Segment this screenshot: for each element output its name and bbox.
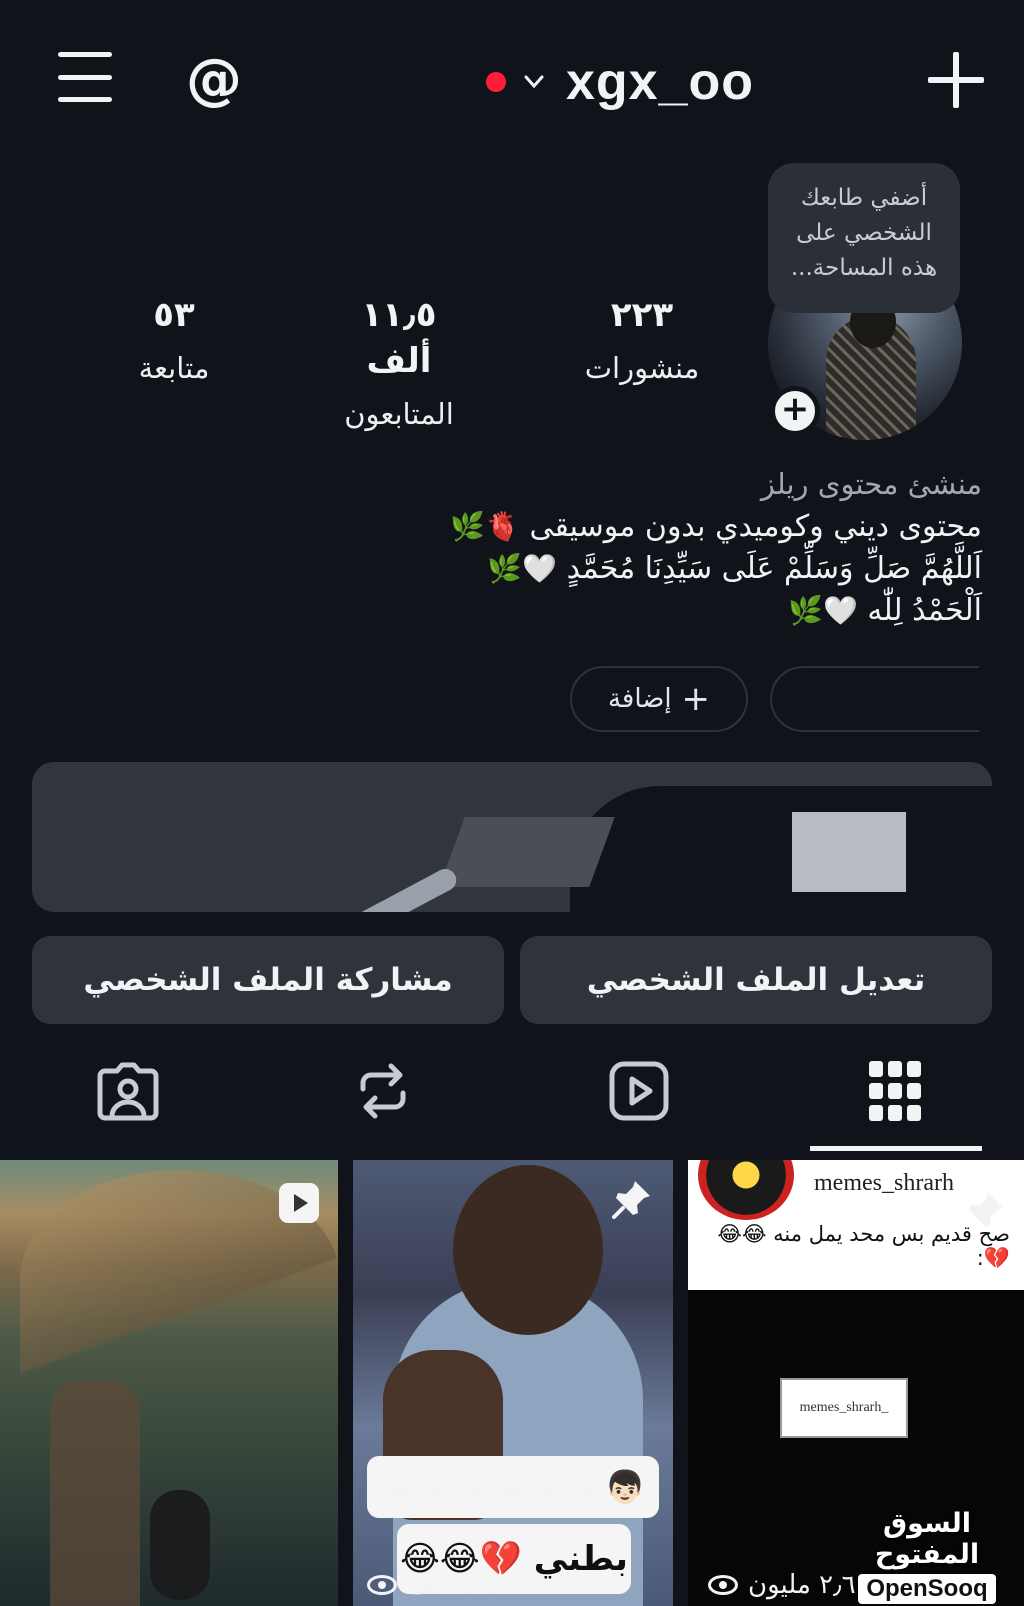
- grid-icon: [869, 1061, 921, 1121]
- followers-label: المتابعون: [344, 397, 454, 431]
- add-story-plus-icon[interactable]: +: [770, 386, 820, 436]
- bio-line: اَللَّهُمَّ صَلِّ وَسَلِّمْ عَلَى سَيِّد…: [487, 551, 982, 586]
- profile-category: منشئ محتوى ريلز: [760, 467, 982, 501]
- reel-play-icon: [279, 1183, 319, 1223]
- tab-reels[interactable]: [604, 1056, 674, 1126]
- bio-emoji: 🤍🌿: [788, 594, 858, 627]
- stat-followers[interactable]: ١١٫٥ ألف المتابعون: [334, 292, 464, 436]
- tab-reposts[interactable]: [348, 1056, 418, 1126]
- tagged-user-icon: [97, 1062, 159, 1121]
- create-plus-icon[interactable]: [926, 50, 986, 110]
- account-switcher[interactable]: xgx_oo: [486, 50, 754, 114]
- posts-label: منشورات: [584, 351, 700, 385]
- bio: منشئ محتوى ريلز محتوى ديني وكوميدي بدون …: [282, 462, 982, 632]
- bio-line: اَلْحَمْدُ لِلّٰه 🤍🌿: [788, 593, 982, 628]
- bio-emoji: 🫀🌿: [450, 510, 520, 543]
- active-tab-indicator: [810, 1146, 982, 1151]
- share-profile-button[interactable]: مشاركة الملف الشخصي: [32, 936, 504, 1024]
- post-caption: 😂😂😂😂😂😂👦🏻: [367, 1456, 659, 1518]
- post-tile[interactable]: [0, 1160, 338, 1606]
- reels-icon: [609, 1061, 669, 1121]
- add-highlight-label: إضافة: [607, 684, 672, 714]
- posts-count: ٢٢٣: [610, 295, 674, 335]
- opensooq-watermark: السوق المفتوح OpenSooq: [852, 1508, 1002, 1604]
- repost-icon: [360, 1063, 406, 1119]
- stat-posts[interactable]: ٢٢٣ منشورات: [582, 292, 702, 390]
- chevron-down-icon: [524, 75, 544, 89]
- eye-icon: [367, 1575, 397, 1595]
- edit-profile-button[interactable]: تعديل الملف الشخصي: [520, 936, 992, 1024]
- note-line: هذه المساحة...: [790, 255, 938, 281]
- pin-icon: [969, 1193, 1003, 1227]
- post-text: صح قديم بس محد يمل منه 😂😂💔:: [717, 1222, 1010, 1270]
- note-bubble[interactable]: أضفي طابعك الشخصي على هذه المساحة...: [768, 163, 960, 313]
- tab-grid[interactable]: [860, 1056, 930, 1126]
- live-indicator-dot: [486, 72, 506, 92]
- add-highlight-button[interactable]: + إضافة: [570, 666, 748, 732]
- post-watermark: memes_shrarh_: [780, 1378, 908, 1438]
- eye-icon: [708, 1575, 738, 1595]
- bio-line: محتوى ديني وكوميدي بدون موسيقى 🫀🌿: [450, 509, 982, 544]
- hamburger-menu-icon[interactable]: [56, 52, 114, 102]
- watermark-english: OpenSooq: [858, 1574, 996, 1604]
- account-logo: [698, 1160, 794, 1220]
- note-line: أضفي طابعك: [800, 185, 928, 211]
- note-line: الشخصي على: [796, 220, 932, 246]
- professional-dashboard[interactable]: [32, 762, 992, 912]
- following-label: متابعة: [138, 351, 210, 385]
- plus-icon: +: [681, 679, 711, 719]
- highlight-placeholder[interactable]: [770, 666, 980, 732]
- bio-emoji: 🤍🌿: [487, 552, 558, 585]
- username: xgx_oo: [566, 53, 755, 111]
- post-tile[interactable]: 😂😂😂😂😂😂👦🏻 بطني 💔😂😂 ٩١١ ألف: [353, 1160, 673, 1606]
- post-views: ٢٫٦ مليون: [708, 1570, 856, 1600]
- post-account-name: memes_shrarh: [814, 1170, 954, 1196]
- tab-tagged[interactable]: [93, 1056, 163, 1126]
- watermark-arabic: السوق المفتوح: [874, 1508, 980, 1570]
- pin-icon: [612, 1181, 650, 1219]
- followers-count: ١١٫٥ ألف: [361, 295, 437, 381]
- threads-icon[interactable]: @: [186, 50, 242, 110]
- following-count: ٥٣: [153, 295, 195, 335]
- post-views: ٩١١ ألف: [367, 1570, 499, 1600]
- stat-following[interactable]: ٥٣ متابعة: [124, 292, 224, 390]
